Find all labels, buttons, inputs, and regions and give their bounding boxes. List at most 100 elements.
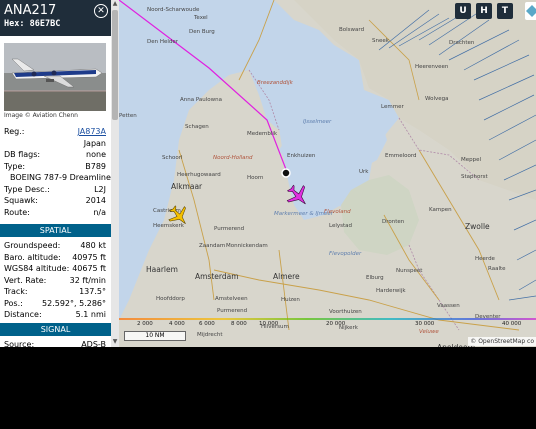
info-row-label: Type: bbox=[4, 161, 26, 171]
place-label: Haarlem bbox=[146, 265, 178, 274]
place-label: Flevopolder bbox=[329, 251, 362, 257]
map-attribution[interactable]: © OpenStreetMap co bbox=[468, 337, 536, 346]
sidebar-scrollbar[interactable]: ▲ ▼ bbox=[111, 0, 119, 347]
info-row: Japan bbox=[4, 139, 106, 150]
info-row-value: 137.5° bbox=[79, 287, 106, 296]
info-row: Track: 137.5° bbox=[4, 287, 106, 298]
photo-credit: Image © Aviation Chenn bbox=[4, 112, 78, 119]
place-label: Schagen bbox=[185, 124, 209, 130]
place-label: Urk bbox=[359, 169, 369, 175]
info-row-value: 40675 ft bbox=[72, 264, 106, 273]
info-row-value: 480 kt bbox=[80, 241, 106, 250]
hex-label: Hex: bbox=[4, 19, 25, 29]
altitude-tick-label: 30 000 bbox=[415, 321, 435, 327]
panel-header: ANA217 Hex: 86E7BC ✕ bbox=[0, 0, 111, 36]
place-label: Huizen bbox=[281, 297, 300, 303]
scale-bar: 10 NM bbox=[124, 331, 186, 341]
place-label: Petten bbox=[119, 113, 137, 119]
info-row: Vert. Rate: 32 ft/min bbox=[4, 276, 106, 287]
place-label: Bolsward bbox=[339, 27, 365, 33]
info-row-label: Groundspeed: bbox=[4, 241, 61, 250]
aircraft-photo[interactable] bbox=[4, 43, 106, 111]
place-label: Hoorn bbox=[247, 175, 264, 181]
close-icon[interactable]: ✕ bbox=[94, 4, 108, 18]
altitude-tick-label: 2 000 bbox=[137, 321, 153, 327]
place-label: Wolvega bbox=[425, 96, 449, 102]
info-row: Reg.: JA873A bbox=[4, 127, 106, 138]
app-window: ANA217 Hex: 86E7BC ✕ Image © Aviation Ch… bbox=[0, 0, 536, 347]
place-label: Vaassen bbox=[437, 303, 460, 309]
info-row-label: Vert. Rate: bbox=[4, 275, 47, 285]
altitude-tick-label: 8 000 bbox=[231, 321, 247, 327]
info-row-label: Squawk: bbox=[4, 196, 38, 205]
place-label: Voorthuizen bbox=[329, 309, 362, 315]
info-row-value: 32 ft/min bbox=[69, 275, 106, 285]
info-row: Pos.: 52.592°, 5.286° bbox=[4, 299, 106, 310]
place-label: Den Helder bbox=[147, 39, 179, 45]
registration-link[interactable]: JA873A bbox=[78, 127, 106, 136]
place-label: Nunspeet bbox=[396, 268, 423, 274]
callsign: ANA217 bbox=[4, 3, 57, 18]
place-label: Lemmer bbox=[381, 104, 404, 110]
place-label: Purmerend bbox=[217, 308, 248, 314]
receiver-marker bbox=[281, 168, 291, 178]
place-label: Alkmaar bbox=[171, 182, 203, 191]
place-label: Elburg bbox=[366, 275, 384, 281]
place-label: Enkhuizen bbox=[287, 153, 316, 159]
info-row: Type Desc.: L2J bbox=[4, 185, 106, 196]
map-button-h[interactable]: H bbox=[476, 3, 492, 19]
info-row-value: 40975 ft bbox=[72, 252, 106, 262]
info-row: BOEING 787-9 Dreamliner bbox=[4, 173, 111, 184]
info-row-label: Route: bbox=[4, 207, 30, 217]
aircraft-info-panel: ANA217 Hex: 86E7BC ✕ Image © Aviation Ch… bbox=[0, 0, 111, 347]
altitude-legend: 2 000 4 000 6 000 8 000 10 000 20 000 30 000 40… bbox=[119, 318, 536, 330]
place-label: Purmerend bbox=[214, 226, 245, 232]
info-row: Route: n/a bbox=[4, 208, 106, 219]
info-row-value: B789 bbox=[85, 161, 106, 171]
place-label: Amsterdam bbox=[195, 272, 239, 281]
section-signal-header[interactable]: SIGNAL bbox=[0, 323, 111, 336]
info-row-value: BOEING 787-9 Dreamliner bbox=[10, 173, 111, 182]
hex-code-line: Hex: 86E7BC bbox=[4, 19, 60, 29]
scrollbar-thumb[interactable] bbox=[112, 10, 118, 120]
place-label: Mijdrecht bbox=[197, 332, 223, 338]
info-row-label: Type Desc.: bbox=[4, 184, 50, 194]
info-row-value: ADS-B bbox=[81, 340, 106, 347]
scroll-down-icon[interactable]: ▼ bbox=[111, 338, 119, 346]
place-label: Meppel bbox=[461, 157, 482, 163]
section-spatial-header[interactable]: SPATIAL bbox=[0, 224, 111, 237]
info-row: Baro. altitude: 40975 ft bbox=[4, 253, 106, 264]
selected-aircraft-icon[interactable] bbox=[285, 183, 311, 209]
place-label: Breezanddijk bbox=[257, 80, 293, 86]
place-label: Monnickendam bbox=[226, 243, 268, 249]
info-row: Squawk: 2014 bbox=[4, 196, 106, 207]
place-label: Kampen bbox=[429, 207, 452, 213]
hex-code: 86E7BC bbox=[29, 19, 61, 29]
altitude-tick-label: 20 000 bbox=[326, 321, 346, 327]
info-row-label: Track: bbox=[4, 287, 28, 296]
place-label: Flevoland bbox=[324, 209, 351, 215]
map-button-u[interactable]: U bbox=[455, 3, 471, 19]
other-aircraft-icon[interactable] bbox=[167, 204, 191, 228]
info-row-value: none bbox=[86, 150, 106, 159]
info-row: Type: B789 bbox=[4, 162, 106, 173]
place-label: Zaandam bbox=[199, 243, 226, 249]
place-label: Heerde bbox=[475, 256, 495, 262]
place-label: Texel bbox=[194, 15, 208, 21]
layers-icon[interactable] bbox=[525, 2, 536, 20]
place-label: Drachten bbox=[449, 40, 475, 46]
info-row: WGS84 altitude: 40675 ft bbox=[4, 264, 106, 275]
info-row-value: 2014 bbox=[85, 196, 106, 205]
place-label: Heerhugowaard bbox=[177, 172, 221, 178]
info-row-value: n/a bbox=[93, 207, 106, 217]
info-row-label: Source: bbox=[4, 340, 35, 347]
map-button-t[interactable]: T bbox=[497, 3, 513, 19]
place-label: Anna Paulowna bbox=[180, 97, 223, 103]
info-row-label: Reg.: bbox=[4, 127, 25, 136]
map-view[interactable]: Noord-Scharwoude Texel Den Burg Bolsward Sne… bbox=[119, 0, 536, 347]
place-label: IJsselmeer bbox=[303, 119, 332, 125]
scroll-up-icon[interactable]: ▲ bbox=[111, 0, 119, 8]
place-label: Heerenveen bbox=[415, 64, 449, 70]
info-row: Source: ADS-B bbox=[4, 340, 106, 347]
altitude-tick-label: 4 000 bbox=[169, 321, 185, 327]
